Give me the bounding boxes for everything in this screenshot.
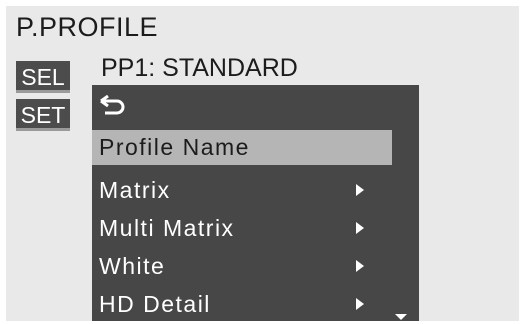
back-item[interactable] <box>92 89 419 123</box>
profile-screen: P.PROFILE SEL SET PP1: STANDARD Profile … <box>6 6 519 321</box>
profile-label: PP1: STANDARD <box>101 54 298 82</box>
page-title: P.PROFILE <box>16 12 159 42</box>
scroll-down-icon[interactable] <box>395 314 407 320</box>
submenu-arrow-icon <box>356 184 364 196</box>
return-arrow-icon <box>100 95 125 115</box>
submenu-arrow-icon <box>356 260 364 272</box>
menu-panel: Profile Name Matrix Multi Matrix White H… <box>92 85 419 321</box>
sel-button[interactable]: SEL <box>16 61 70 93</box>
submenu-arrow-icon <box>356 222 364 234</box>
menu-item-hd-detail[interactable]: HD Detail <box>92 287 392 321</box>
menu-item-profile-name[interactable]: Profile Name <box>92 130 392 165</box>
menu-item-matrix[interactable]: Matrix <box>92 173 392 208</box>
menu-item-white[interactable]: White <box>92 249 392 284</box>
submenu-arrow-icon <box>356 298 364 310</box>
menu-item-multi-matrix[interactable]: Multi Matrix <box>92 211 392 246</box>
set-button[interactable]: SET <box>16 99 70 131</box>
